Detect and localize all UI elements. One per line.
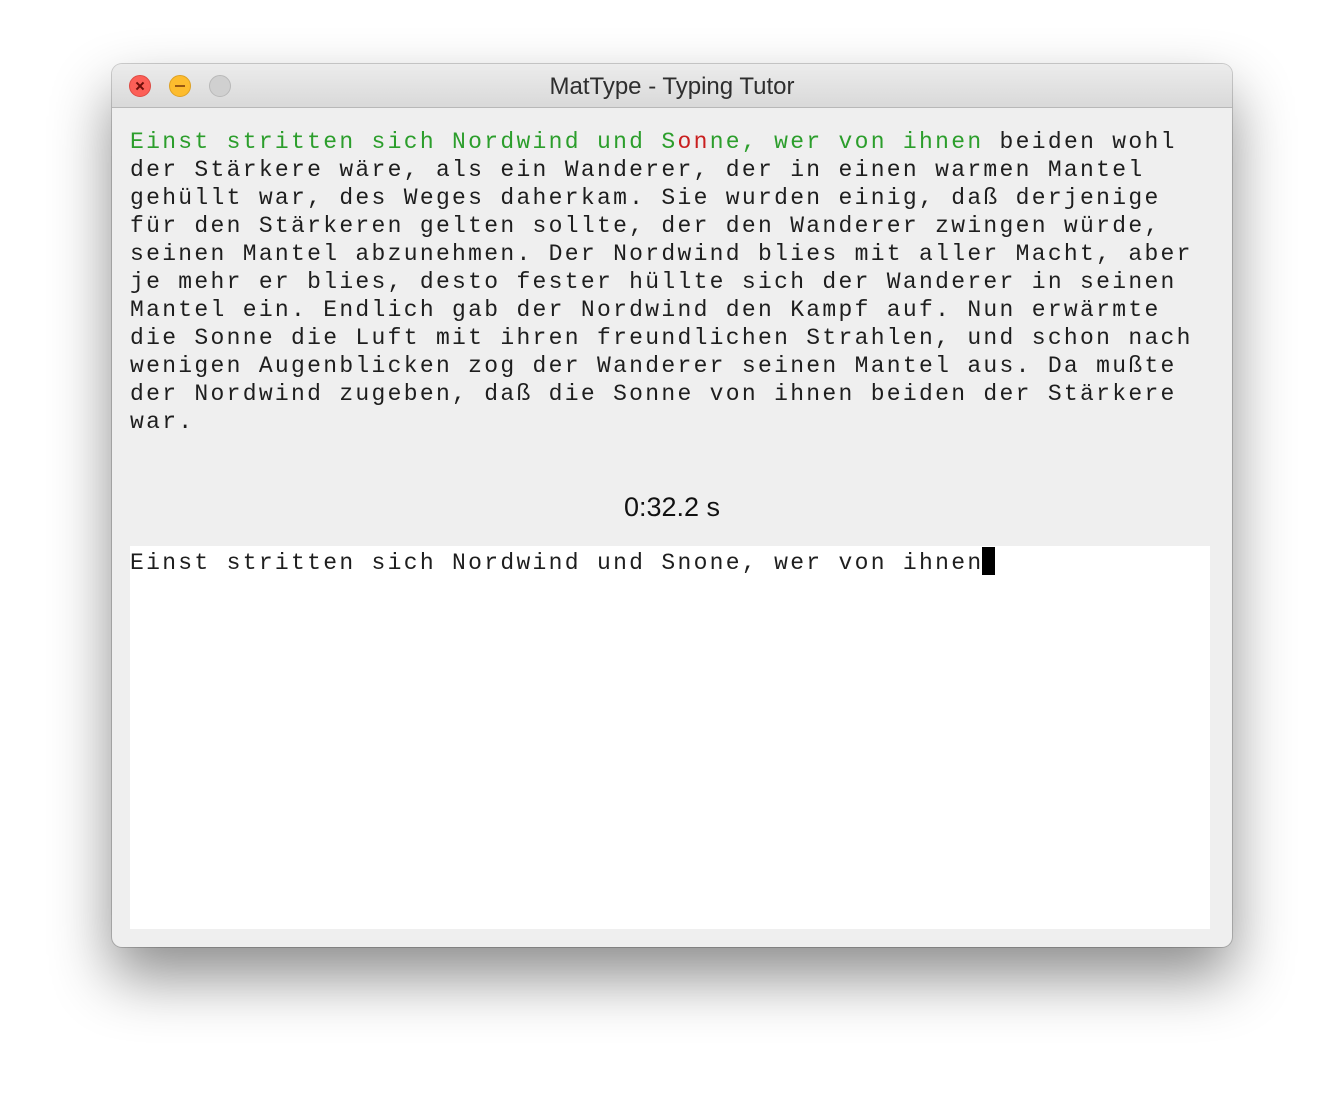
window-title: MatType - Typing Tutor [549, 73, 795, 100]
app-window: MatType - Typing Tutor Einst stritten si… [112, 64, 1232, 947]
reference-typed-correct: Einst stritten sich Nordwind und S [130, 129, 678, 155]
reference-typed-correct: ne, wer von ihnen [709, 129, 984, 155]
typing-input[interactable]: Einst stritten sich Nordwind und Snone, … [130, 546, 1210, 929]
reference-text: Einst stritten sich Nordwind und Sonne, … [130, 128, 1210, 436]
typed-text: Einst stritten sich Nordwind und Snone, … [130, 550, 984, 576]
typing-input-text[interactable]: Einst stritten sich Nordwind und Snone, … [130, 546, 996, 580]
reference-typed-error: on [677, 129, 710, 155]
reference-remaining: beiden wohl der Stärkere wäre, als ein W… [130, 129, 1193, 435]
text-cursor [982, 547, 996, 575]
elapsed-timer: 0:32.2 s [623, 492, 721, 522]
title-bar[interactable]: MatType - Typing Tutor [112, 64, 1232, 108]
